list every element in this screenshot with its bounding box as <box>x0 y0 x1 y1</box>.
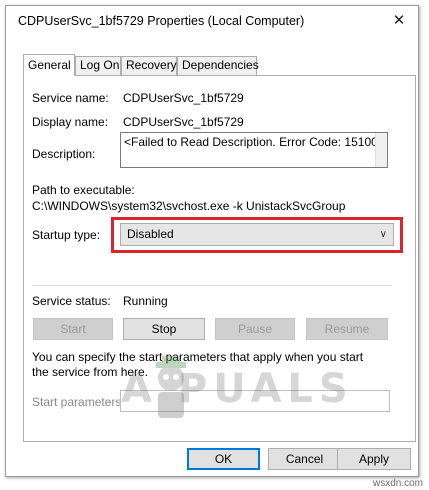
separator <box>32 285 392 286</box>
description-box[interactable]: <Failed to Read Description. Error Code:… <box>120 132 388 168</box>
path-value: C:\WINDOWS\system32\svchost.exe -k Unist… <box>32 199 346 213</box>
tab-log-on[interactable]: Log On <box>75 56 121 75</box>
pause-button[interactable]: Pause <box>215 318 295 340</box>
description-label: Description: <box>32 147 96 161</box>
startup-type-dropdown[interactable]: Disabled ∨ <box>120 223 394 246</box>
description-text: <Failed to Read Description. Error Code:… <box>124 135 388 149</box>
display-name-value: CDPUserSvc_1bf5729 <box>123 115 244 129</box>
watermark-text: A PUALS <box>121 366 354 412</box>
stop-button[interactable]: Stop <box>123 318 205 340</box>
apply-button[interactable]: Apply <box>337 448 411 470</box>
corner-watermark: wsxdn.com <box>372 478 423 489</box>
service-name-label: Service name: <box>32 91 109 105</box>
startup-type-label: Startup type: <box>32 228 101 242</box>
service-name-value: CDPUserSvc_1bf5729 <box>123 91 244 105</box>
tab-dependencies[interactable]: Dependencies <box>177 56 259 75</box>
resume-button[interactable]: Resume <box>306 318 388 340</box>
window-title: CDPUserSvc_1bf5729 Properties (Local Com… <box>18 14 305 28</box>
service-status-value: Running <box>123 294 168 308</box>
service-status-label: Service status: <box>32 294 111 308</box>
close-icon[interactable]: ✕ <box>386 10 412 32</box>
display-name-label: Display name: <box>32 115 109 129</box>
description-scrollbar[interactable] <box>375 133 387 167</box>
properties-dialog: CDPUserSvc_1bf5729 Properties (Local Com… <box>5 5 419 477</box>
startup-type-value: Disabled <box>127 227 174 241</box>
start-params-label: Start parameters: <box>32 395 125 409</box>
chevron-down-icon: ∨ <box>379 229 387 240</box>
tab-general[interactable]: General <box>23 54 75 76</box>
cancel-button[interactable]: Cancel <box>268 448 341 470</box>
start-button[interactable]: Start <box>33 318 113 340</box>
ok-button[interactable]: OK <box>187 448 260 470</box>
path-label: Path to executable: <box>32 183 135 197</box>
tab-recovery[interactable]: Recovery <box>121 56 177 75</box>
title-bar: CDPUserSvc_1bf5729 Properties (Local Com… <box>6 6 418 36</box>
